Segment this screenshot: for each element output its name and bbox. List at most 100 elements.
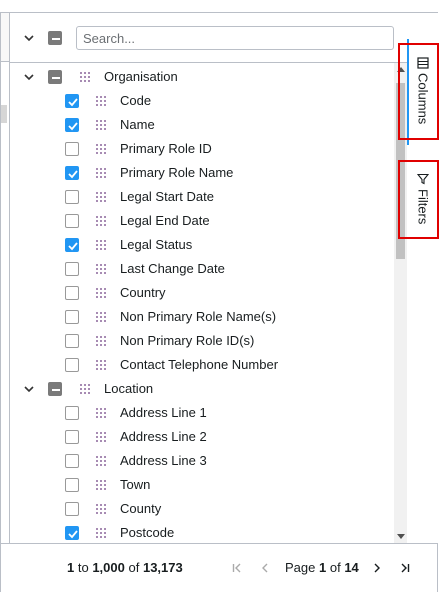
last-page-icon[interactable] (398, 561, 412, 575)
column-item-row[interactable]: Name (10, 113, 394, 137)
column-item-row[interactable]: Primary Role Name (10, 161, 394, 185)
column-item-row[interactable]: Address Line 2 (10, 425, 394, 449)
column-label: Non Primary Role ID(s) (120, 333, 255, 348)
column-checkbox[interactable] (65, 238, 79, 252)
scroll-up-arrow-icon[interactable] (397, 67, 405, 72)
column-item-row[interactable]: County (10, 497, 394, 521)
search-input[interactable] (76, 26, 394, 50)
drag-handle-icon[interactable] (96, 264, 106, 274)
column-item-row[interactable]: Last Change Date (10, 257, 394, 281)
drag-handle-icon[interactable] (96, 120, 106, 130)
drag-handle-icon[interactable] (96, 480, 106, 490)
column-label: Contact Telephone Number (120, 357, 279, 372)
row-highlight-edge (1, 105, 7, 123)
column-item-row[interactable]: Legal Status (10, 233, 394, 257)
column-checkbox[interactable] (65, 190, 79, 204)
side-bar: Columns Filters (407, 13, 439, 543)
group-chevron-down-icon[interactable] (22, 382, 36, 396)
column-checkbox[interactable] (65, 430, 79, 444)
row-from: 1 (67, 560, 75, 575)
page-of-word: of (329, 560, 341, 575)
drag-handle-icon[interactable] (96, 528, 106, 538)
page-summary: Page 1 of 14 (285, 560, 359, 575)
column-checkbox[interactable] (65, 502, 79, 516)
column-checkbox[interactable] (65, 334, 79, 348)
drag-handle-icon[interactable] (80, 384, 90, 394)
drag-handle-icon[interactable] (96, 456, 106, 466)
column-label: Address Line 3 (120, 453, 207, 468)
select-all-checkbox[interactable] (48, 31, 62, 45)
column-checkbox[interactable] (65, 166, 79, 180)
column-checkbox[interactable] (65, 454, 79, 468)
column-checkbox[interactable] (65, 142, 79, 156)
drag-handle-icon[interactable] (96, 432, 106, 442)
column-label: Non Primary Role Name(s) (120, 309, 277, 324)
drag-handle-icon[interactable] (96, 192, 106, 202)
previous-page-icon[interactable] (258, 561, 272, 575)
column-checkbox[interactable] (65, 94, 79, 108)
column-checkbox[interactable] (65, 310, 79, 324)
column-item-row[interactable]: Address Line 1 (10, 401, 394, 425)
list-scrollbar[interactable] (394, 63, 407, 543)
tab-filters[interactable]: Filters (407, 173, 439, 224)
drag-handle-icon[interactable] (96, 360, 106, 370)
drag-handle-icon[interactable] (96, 312, 106, 322)
column-checkbox[interactable] (65, 214, 79, 228)
drag-handle-icon[interactable] (96, 408, 106, 418)
column-group-row[interactable]: Organisation (10, 65, 394, 89)
filter-icon (417, 173, 429, 185)
group-label: Organisation (104, 69, 178, 84)
group-chevron-down-icon[interactable] (22, 70, 36, 84)
group-label: Location (104, 381, 154, 396)
column-label: Legal Start Date (120, 189, 214, 204)
drag-handle-icon[interactable] (80, 72, 90, 82)
column-checkbox[interactable] (65, 526, 79, 540)
drag-handle-icon[interactable] (96, 96, 106, 106)
column-checkbox[interactable] (65, 478, 79, 492)
columns-icon (417, 57, 429, 69)
tab-columns-label: Columns (415, 73, 431, 125)
tab-columns[interactable]: Columns (407, 57, 439, 124)
column-item-row[interactable]: Non Primary Role ID(s) (10, 329, 394, 353)
grid-frame: Organisation Code Name Primary Role ID Prima… (0, 12, 439, 592)
total-pages: 14 (344, 560, 359, 575)
column-item-row[interactable]: Contact Telephone Number (10, 353, 394, 377)
group-checkbox[interactable] (48, 382, 62, 396)
column-item-row[interactable]: Code (10, 89, 394, 113)
drag-handle-icon[interactable] (96, 504, 106, 514)
drag-handle-icon[interactable] (96, 168, 106, 178)
row-total: 13,173 (142, 560, 183, 575)
column-group-row[interactable]: Location (10, 377, 394, 401)
column-item-row[interactable]: Postcode (10, 521, 394, 543)
column-item-row[interactable]: Town (10, 473, 394, 497)
column-item-row[interactable]: Non Primary Role Name(s) (10, 305, 394, 329)
drag-handle-icon[interactable] (96, 288, 106, 298)
column-label: Town (120, 477, 151, 492)
pagination-panel: 1 to 1,000 of 13,173 Page 1 of 14 (1, 543, 437, 592)
drag-handle-icon[interactable] (96, 216, 106, 226)
group-checkbox[interactable] (48, 70, 62, 84)
column-item-row[interactable]: Country (10, 281, 394, 305)
column-item-row[interactable]: Primary Role ID (10, 137, 394, 161)
column-label: Primary Role Name (120, 165, 234, 180)
scroll-thumb[interactable] (396, 83, 405, 259)
next-page-icon[interactable] (370, 561, 384, 575)
drag-handle-icon[interactable] (96, 240, 106, 250)
first-page-icon[interactable] (230, 561, 244, 575)
column-checkbox[interactable] (65, 358, 79, 372)
expand-all-chevron-icon[interactable] (22, 31, 36, 45)
row-to: 1,000 (92, 560, 125, 575)
column-label: County (120, 501, 162, 516)
scroll-down-arrow-icon[interactable] (397, 534, 405, 539)
column-label: Name (120, 117, 155, 132)
drag-handle-icon[interactable] (96, 336, 106, 346)
column-checkbox[interactable] (65, 406, 79, 420)
column-checkbox[interactable] (65, 286, 79, 300)
tool-panel-header (10, 13, 407, 63)
column-item-row[interactable]: Legal End Date (10, 209, 394, 233)
column-item-row[interactable]: Legal Start Date (10, 185, 394, 209)
column-checkbox[interactable] (65, 262, 79, 276)
drag-handle-icon[interactable] (96, 144, 106, 154)
column-checkbox[interactable] (65, 118, 79, 132)
column-item-row[interactable]: Address Line 3 (10, 449, 394, 473)
